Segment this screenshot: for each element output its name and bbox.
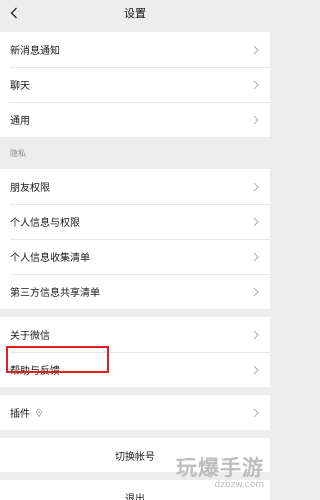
switch-account-button[interactable]: 切换帐号: [0, 438, 270, 472]
settings-group-privacy: 朋友权限 个人信息与权限 个人信息收集清单 第三方信息共享清单: [0, 169, 270, 309]
menu-item-label: 插件: [10, 409, 30, 420]
menu-item-info-collection-list[interactable]: 个人信息收集清单: [0, 239, 270, 274]
menu-item-personal-info-permissions[interactable]: 个人信息与权限: [0, 204, 270, 239]
menu-item-label: 帮助与反馈: [10, 366, 60, 377]
menu-item-label: 个人信息收集清单: [10, 253, 90, 264]
menu-item-third-party-sharing[interactable]: 第三方信息共享清单: [0, 274, 270, 309]
location-icon: [36, 408, 42, 417]
logout-button[interactable]: 退出: [0, 480, 270, 500]
menu-item-friend-permissions[interactable]: 朋友权限: [0, 169, 270, 204]
chevron-right-icon: [252, 181, 260, 193]
chevron-right-icon: [252, 251, 260, 263]
settings-group-general: 新消息通知 聊天 通用: [0, 32, 270, 137]
chevron-right-icon: [252, 286, 260, 298]
menu-item-plugins[interactable]: 插件: [0, 395, 270, 430]
settings-group-plugins: 插件: [0, 395, 270, 430]
settings-group-about: 关于微信 帮助与反馈: [0, 317, 270, 387]
menu-item-general[interactable]: 通用: [0, 102, 270, 137]
menu-item-label: 第三方信息共享清单: [10, 288, 100, 299]
chevron-left-icon: [10, 7, 17, 19]
chevron-right-icon: [252, 114, 260, 126]
chevron-right-icon: [252, 44, 260, 56]
section-label-privacy: 隐私: [10, 148, 26, 158]
menu-item-label: 朋友权限: [10, 183, 50, 194]
menu-item-label: 关于微信: [10, 331, 50, 342]
menu-item-help-feedback[interactable]: 帮助与反馈: [0, 352, 270, 387]
chevron-right-icon: [252, 364, 260, 376]
chevron-right-icon: [252, 216, 260, 228]
back-button[interactable]: [4, 0, 24, 26]
page-title: 设置: [124, 7, 146, 20]
chevron-right-icon: [252, 79, 260, 91]
nav-bar: 设置: [0, 0, 270, 26]
menu-item-label: 个人信息与权限: [10, 218, 80, 229]
menu-item-notifications[interactable]: 新消息通知: [0, 32, 270, 67]
menu-item-chat[interactable]: 聊天: [0, 67, 270, 102]
menu-item-label: 聊天: [10, 81, 30, 92]
chevron-right-icon: [252, 329, 260, 341]
menu-item-label: 通用: [10, 116, 30, 127]
menu-item-label: 新消息通知: [10, 46, 60, 57]
menu-item-about-wechat[interactable]: 关于微信: [0, 317, 270, 352]
chevron-right-icon: [252, 407, 260, 419]
